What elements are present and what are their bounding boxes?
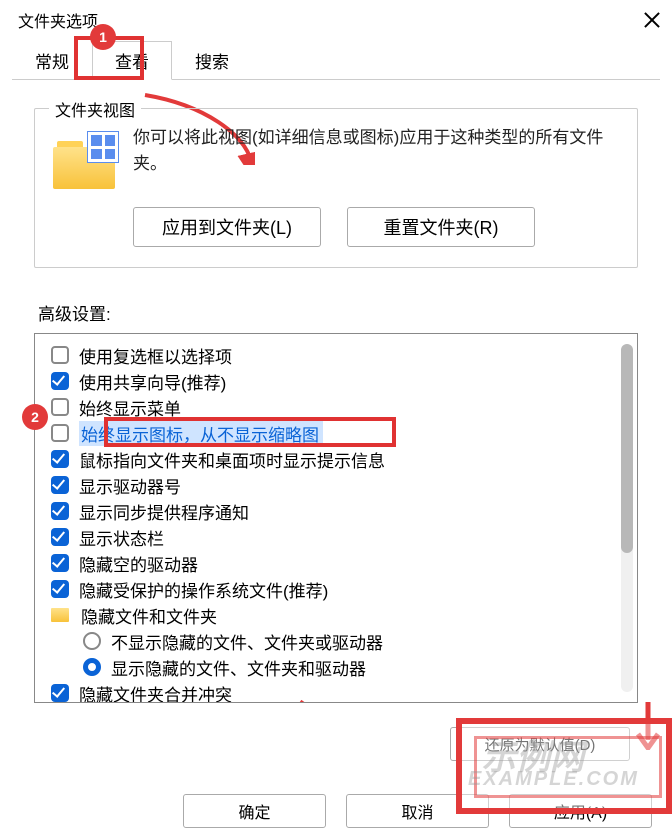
opt-show-drive-letters[interactable]: 显示驱动器号 [51, 472, 623, 498]
opt-hidden-files-group[interactable]: 隐藏文件和文件夹 [51, 602, 623, 628]
opt-use-checkboxes[interactable]: 使用复选框以选择项 [51, 342, 623, 368]
folder-views-icon [53, 135, 115, 191]
folder-views-group: 文件夹视图 你可以将此视图(如详细信息或图标)应用于这种类型的所有文件夹。 应用… [34, 108, 638, 268]
checkbox-checked-icon [51, 554, 69, 572]
folder-views-desc: 你可以将此视图(如详细信息或图标)应用于这种类型的所有文件夹。 [133, 125, 619, 191]
ok-button[interactable]: 确定 [183, 794, 326, 828]
tab-bar: 常规 查看 搜索 [12, 40, 660, 80]
opt-show-sync-notifs[interactable]: 显示同步提供程序通知 [51, 498, 623, 524]
checkbox-checked-icon [51, 502, 69, 520]
checkbox-icon [51, 398, 69, 416]
cancel-button[interactable]: 取消 [346, 794, 489, 828]
checkbox-checked-icon [51, 528, 69, 546]
opt-always-show-menus[interactable]: 始终显示菜单 [51, 394, 623, 420]
opt-hide-empty-drives[interactable]: 隐藏空的驱动器 [51, 550, 623, 576]
opt-hide-protected-os[interactable]: 隐藏受保护的操作系统文件(推荐) [51, 576, 623, 602]
checkbox-checked-icon [51, 372, 69, 390]
advanced-settings-list: 使用复选框以选择项 使用共享向导(推荐) 始终显示菜单 始终显示图标，从不显示缩… [34, 333, 638, 703]
tab-general[interactable]: 常规 [12, 41, 92, 80]
radio-checked-icon [83, 658, 101, 676]
opt-show-status-bar[interactable]: 显示状态栏 [51, 524, 623, 550]
restore-defaults-button[interactable]: 还原为默认值(D) [450, 727, 630, 761]
checkbox-checked-icon [51, 684, 69, 702]
tab-view[interactable]: 查看 [92, 41, 172, 80]
scrollbar[interactable] [621, 344, 633, 692]
apply-to-folders-button[interactable]: 应用到文件夹(L) [133, 207, 321, 247]
opt-always-icons[interactable]: 始终显示图标，从不显示缩略图 [51, 420, 623, 446]
checkbox-checked-icon [51, 580, 69, 598]
scrollbar-thumb[interactable] [621, 344, 633, 553]
opt-sharing-wizard[interactable]: 使用共享向导(推荐) [51, 368, 623, 394]
opt-dont-show-hidden[interactable]: 不显示隐藏的文件、文件夹或驱动器 [83, 628, 623, 654]
opt-show-hidden[interactable]: 显示隐藏的文件、文件夹和驱动器 [83, 654, 623, 680]
radio-icon [83, 632, 101, 650]
checkbox-checked-icon [51, 450, 69, 468]
checkbox-icon [51, 346, 69, 364]
tab-search[interactable]: 搜索 [172, 41, 252, 80]
opt-show-tooltips[interactable]: 鼠标指向文件夹和桌面项时显示提示信息 [51, 446, 623, 472]
close-icon[interactable] [642, 10, 662, 30]
opt-hide-merge-conflict[interactable]: 隐藏文件夹合并冲突 [51, 680, 623, 703]
folder-views-legend: 文件夹视图 [49, 97, 141, 121]
checkbox-checked-icon [51, 476, 69, 494]
reset-folders-button[interactable]: 重置文件夹(R) [347, 207, 535, 247]
window-title: 文件夹选项 [18, 8, 98, 32]
apply-button[interactable]: 应用(A) [509, 794, 652, 828]
checkbox-icon [51, 424, 69, 442]
folder-icon [51, 608, 69, 622]
advanced-settings-label: 高级设置: [38, 300, 638, 325]
